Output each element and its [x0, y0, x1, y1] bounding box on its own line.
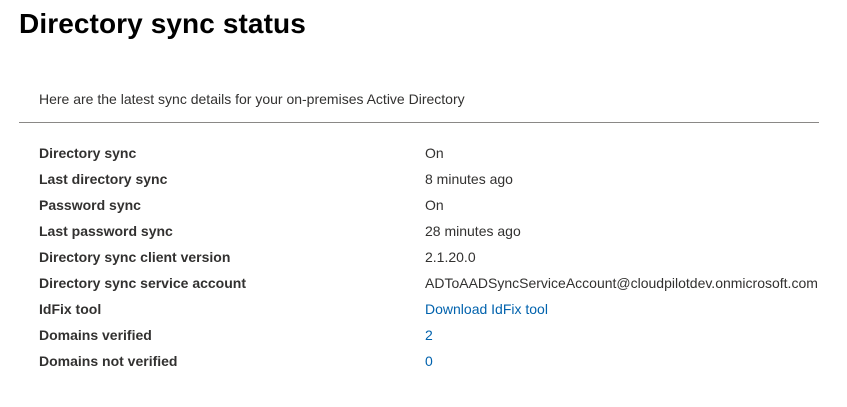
domains-not-verified-label: Domains not verified — [39, 353, 178, 369]
client-version-value: 2.1.20.0 — [425, 249, 476, 265]
page-title: Directory sync status — [19, 8, 306, 39]
detail-row-domains-verified: Domains verified 2 — [39, 322, 829, 348]
detail-row-idfix-tool: IdFix tool Download IdFix tool — [39, 296, 829, 322]
divider — [19, 122, 819, 123]
detail-row-password-sync: Password sync On — [39, 192, 829, 218]
detail-row-last-password-sync: Last password sync 28 minutes ago — [39, 218, 829, 244]
detail-row-client-version: Directory sync client version 2.1.20.0 — [39, 244, 829, 270]
idfix-tool-label: IdFix tool — [39, 301, 102, 317]
password-sync-label: Password sync — [39, 197, 141, 213]
last-directory-sync-value: 8 minutes ago — [425, 171, 513, 187]
directory-sync-status-page: Directory sync status Here are the lates… — [0, 0, 847, 407]
last-password-sync-label: Last password sync — [39, 223, 173, 239]
detail-row-last-directory-sync: Last directory sync 8 minutes ago — [39, 166, 829, 192]
detail-row-service-account: Directory sync service account ADToAADSy… — [39, 270, 829, 296]
service-account-label: Directory sync service account — [39, 275, 246, 291]
last-password-sync-value: 28 minutes ago — [425, 223, 521, 239]
client-version-label: Directory sync client version — [39, 249, 231, 265]
last-directory-sync-label: Last directory sync — [39, 171, 168, 187]
directory-sync-label: Directory sync — [39, 145, 137, 161]
directory-sync-value: On — [425, 145, 444, 161]
intro-text: Here are the latest sync details for you… — [39, 91, 465, 107]
sync-details-list: Directory sync On Last directory sync 8 … — [39, 140, 829, 374]
service-account-value: ADToAADSyncServiceAccount@cloudpilotdev.… — [425, 275, 818, 291]
detail-row-domains-not-verified: Domains not verified 0 — [39, 348, 829, 374]
download-idfix-tool-link[interactable]: Download IdFix tool — [425, 301, 548, 317]
password-sync-value: On — [425, 197, 444, 213]
domains-not-verified-link[interactable]: 0 — [425, 353, 433, 369]
domains-verified-link[interactable]: 2 — [425, 327, 433, 343]
domains-verified-label: Domains verified — [39, 327, 152, 343]
detail-row-directory-sync: Directory sync On — [39, 140, 829, 166]
